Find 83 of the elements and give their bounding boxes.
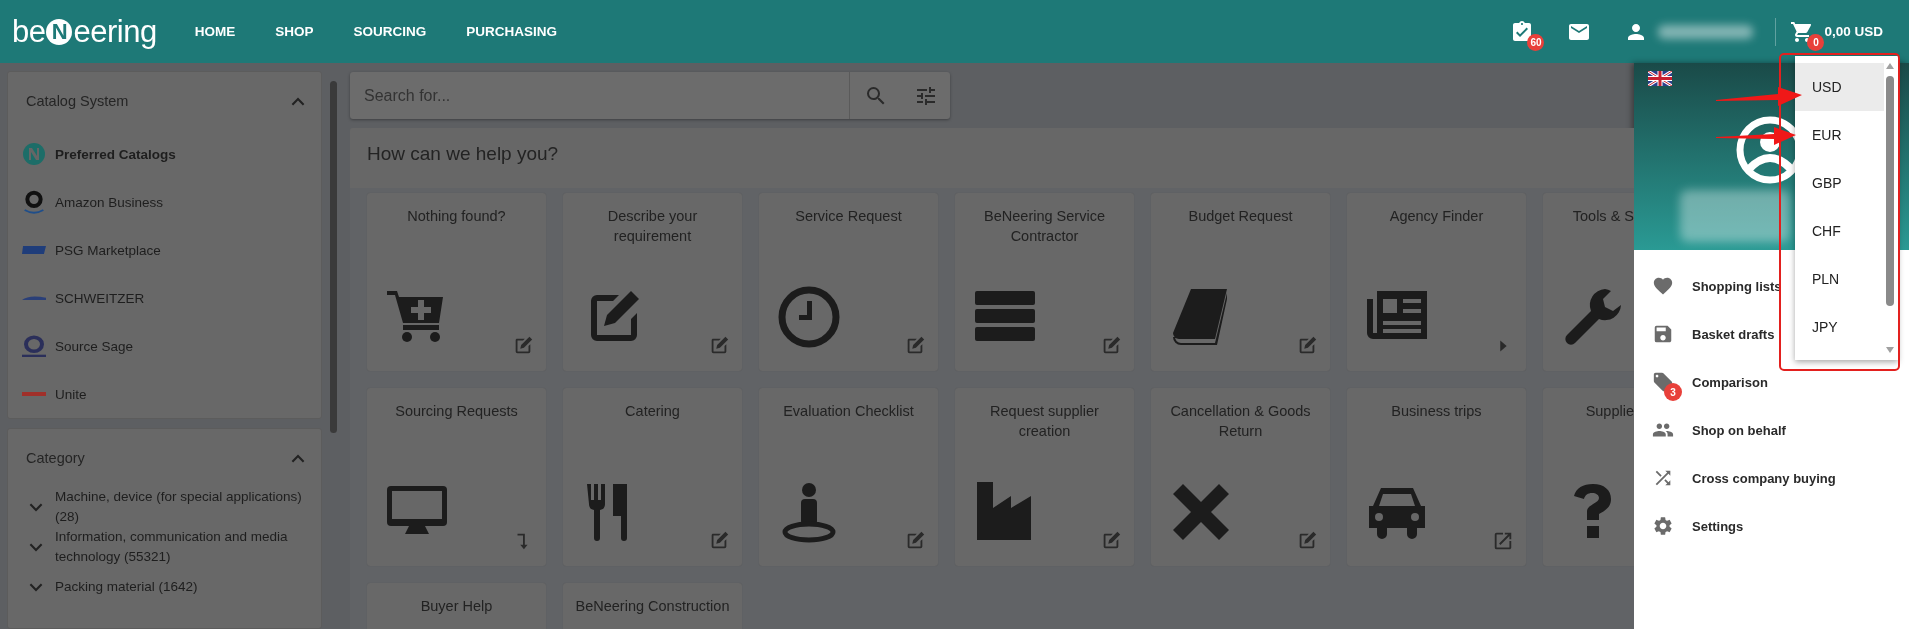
service-tile[interactable]: Nothing found? <box>367 193 546 371</box>
chevron-icon[interactable] <box>29 502 43 512</box>
cart-total[interactable]: 0,00 USD <box>1824 24 1883 39</box>
tile-title: Nothing found? <box>406 207 507 226</box>
settings-icon <box>1652 515 1674 537</box>
nav-link[interactable]: HOME <box>194 24 236 39</box>
nav-link[interactable]: SHOP <box>275 24 314 39</box>
logo[interactable]: be N eering <box>12 13 157 50</box>
heart-icon <box>1652 275 1674 297</box>
tile-title: Buyer Help <box>419 597 494 616</box>
service-tile[interactable]: Cancellation & Goods Return <box>1151 388 1330 566</box>
catalog-item[interactable]: PSG Marketplace <box>8 226 321 274</box>
tile-title: Catering <box>624 402 681 421</box>
scrollbar-thumb[interactable] <box>330 81 337 433</box>
currency-option[interactable]: GBP <box>1795 159 1884 207</box>
service-tile[interactable]: Buyer Help <box>367 583 546 629</box>
count-badge: 3 <box>1664 383 1682 401</box>
section-title: How can we help you? <box>366 142 560 166</box>
catalog-logo-icon <box>22 246 46 254</box>
menu-item[interactable]: Cross company buying <box>1652 459 1836 497</box>
tile-title: Cancellation & Goods Return <box>1169 402 1312 441</box>
tile-title: Tools & S <box>1571 207 1634 226</box>
catalog-item[interactable]: SCHWEITZER <box>8 274 321 322</box>
currency-option[interactable]: CHF <box>1795 207 1884 255</box>
menu-item[interactable]: Basket drafts <box>1652 315 1775 353</box>
catalog-logo-icon <box>22 190 46 214</box>
service-tile[interactable]: Evaluation Checklist <box>759 388 938 566</box>
chevron-icon[interactable] <box>291 96 305 106</box>
catalog-item[interactable]: Unite <box>8 370 321 418</box>
tile-title: Budget Request <box>1187 207 1294 226</box>
service-tile[interactable]: BeNeering Service Contractor <box>955 193 1134 371</box>
category-item[interactable]: Information, communication and media technology (55321) <box>55 527 311 567</box>
currency-option[interactable]: USD <box>1795 63 1884 111</box>
tile-title: Business trips <box>1390 402 1483 421</box>
tile-title: BeNeering Construction <box>574 597 731 616</box>
service-tile[interactable]: Supplie <box>1543 388 1634 566</box>
service-tile[interactable]: Tools & S <box>1543 193 1634 371</box>
clock-icon <box>777 285 841 349</box>
chevron-icon[interactable] <box>291 453 305 463</box>
service-tile[interactable]: Sourcing Requests <box>367 388 546 566</box>
service-tile[interactable]: Catering <box>563 388 742 566</box>
category-item[interactable]: Packing material (1642) <box>55 577 198 597</box>
currency-option[interactable]: EUR <box>1795 111 1884 159</box>
nav-link[interactable]: SOURCING <box>353 24 427 39</box>
service-tile[interactable]: Describe your requirement <box>563 193 742 371</box>
tile-title: Evaluation Checklist <box>782 402 915 421</box>
service-tile[interactable]: Budget Request <box>1151 193 1330 371</box>
task-count-badge: 60 <box>1527 33 1545 51</box>
external-link-icon <box>1492 530 1514 552</box>
catalog-item[interactable]: Preferred Catalogs <box>8 130 321 178</box>
chevron-icon[interactable] <box>29 582 43 592</box>
tile-title: Supplie <box>1584 402 1634 421</box>
menu-item[interactable]: Shop on behalf <box>1652 411 1786 449</box>
cart-count-badge: 0 <box>1807 33 1825 51</box>
tile-title: Request supplier creation <box>989 402 1100 441</box>
chevron-icon[interactable] <box>29 542 43 552</box>
currency-option[interactable]: PLN <box>1795 255 1884 303</box>
menu-item[interactable]: Settings <box>1652 507 1744 545</box>
tile-title: Service Request <box>794 207 903 226</box>
tile-title: BeNeering Service Contractor <box>983 207 1106 246</box>
nav-link[interactable]: PURCHASING <box>466 24 557 39</box>
service-tile[interactable]: BeNeering Construction <box>563 583 742 629</box>
catalog-logo-icon <box>22 335 46 357</box>
catalog-logo-icon <box>22 142 46 166</box>
currency-option[interactable]: JPY <box>1795 303 1884 351</box>
tile-title: Agency Finder <box>1388 207 1485 226</box>
flag-icon[interactable] <box>1648 71 1672 86</box>
service-tile[interactable]: Service Request <box>759 193 938 371</box>
service-tile[interactable]: Request supplier creation <box>955 388 1134 566</box>
menu-item[interactable]: 3 Comparison <box>1652 363 1768 401</box>
service-tile[interactable]: Agency Finder <box>1347 193 1526 371</box>
search-field[interactable]: Search for... <box>350 85 849 106</box>
tile-title: Describe your requirement <box>606 207 699 246</box>
search-bar[interactable]: Search for... <box>350 72 950 119</box>
catalog-item[interactable]: Amazon Business <box>8 178 321 226</box>
service-tile[interactable]: Business trips <box>1347 388 1526 566</box>
tile-title: Sourcing Requests <box>394 402 519 421</box>
category-item[interactable]: Machine, device (for special applications) (28) <box>55 487 311 527</box>
catalog-logo-icon <box>22 392 46 396</box>
card-title: Category <box>26 450 85 466</box>
catalog-item[interactable]: Source Sage <box>8 322 321 370</box>
catalog-logo-icon <box>22 296 46 300</box>
card-title: Catalog System <box>26 93 129 109</box>
